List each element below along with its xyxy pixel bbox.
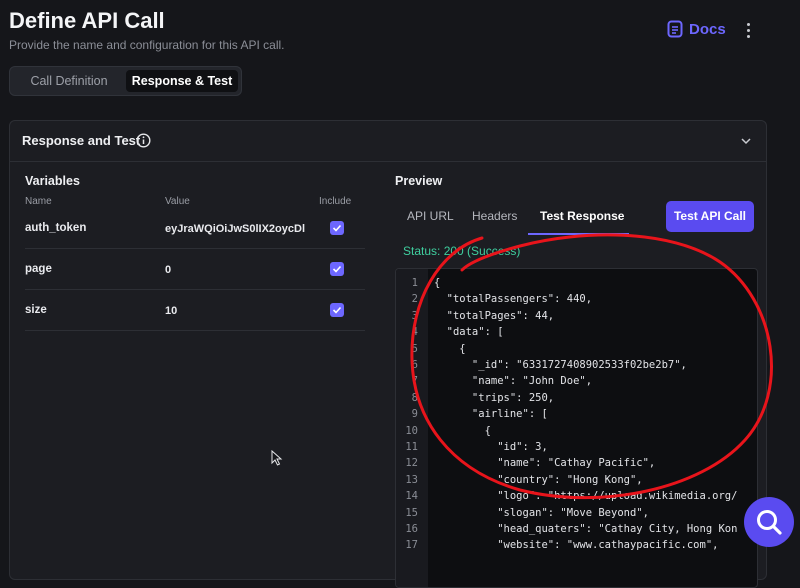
code-line: 2 "totalPassengers": 440, [396, 293, 757, 309]
line-number: 14 [405, 490, 418, 503]
code-text: "id": 3, [434, 441, 548, 453]
variable-name: page [25, 263, 52, 275]
code-text: "country": "Hong Kong", [434, 473, 643, 486]
code-text: { [434, 277, 441, 289]
code-text: "head_quaters": "Cathay City, Hong Kon [434, 523, 738, 535]
code-line: 10 { [396, 425, 757, 441]
code-line: 9 "airline": [ [396, 408, 757, 424]
code-line: 7 "name": "John Doe", [396, 375, 757, 391]
variable-name: size [25, 304, 47, 316]
line-number: 11 [405, 441, 418, 453]
variable-row: page 0 [25, 249, 365, 290]
line-number: 7 [411, 375, 418, 388]
code-text: "airline": [ [434, 408, 548, 421]
test-api-call-button[interactable]: Test API Call [666, 201, 754, 232]
code-line: 11 "id": 3, [396, 441, 757, 457]
code-text: { [434, 424, 491, 437]
line-number: 15 [405, 506, 418, 519]
tab-test-response[interactable]: Test Response [540, 209, 624, 223]
line-number: 10 [405, 424, 418, 437]
code-line: 16 "head_quaters": "Cathay City, Hong Ko… [396, 523, 757, 539]
code-line: 3 "totalPages": 44, [396, 310, 757, 326]
chevron-down-icon[interactable] [740, 135, 752, 147]
code-line: 15 "slogan": "Move Beyond", [396, 507, 757, 523]
line-number: 2 [411, 293, 418, 306]
code-line: 14 "logo": "https://upload.wikimedia.org… [396, 490, 757, 506]
line-number: 8 [411, 391, 418, 404]
code-text: "data": [ [434, 326, 504, 339]
column-value: Value [165, 196, 190, 207]
code-text: "trips": 250, [434, 391, 555, 404]
checkbox-check-icon [332, 224, 342, 232]
line-number: 6 [411, 359, 418, 371]
docs-button[interactable]: Docs [667, 20, 726, 38]
code-text: "totalPassengers": 440, [434, 293, 593, 306]
tab-api-url[interactable]: API URL [407, 209, 454, 223]
code-line: 8 "trips": 250, [396, 392, 757, 408]
response-code-viewer[interactable]: 1{2 "totalPassengers": 440, 3 "totalPages… [395, 268, 758, 588]
search-fab-button[interactable] [744, 497, 794, 547]
line-number: 9 [411, 408, 418, 421]
column-name: Name [25, 196, 52, 207]
tab-call-definition[interactable]: Call Definition [14, 70, 124, 92]
code-text: "name": "Cathay Pacific", [434, 457, 656, 470]
code-line: 5 { [396, 343, 757, 359]
page-title: Define API Call [9, 8, 165, 33]
include-checkbox[interactable] [330, 262, 344, 276]
code-line: 1{ [396, 277, 757, 293]
line-number: 17 [405, 539, 418, 552]
include-checkbox[interactable] [330, 303, 344, 317]
line-number: 13 [405, 473, 418, 486]
code-text: "name": "John Doe", [434, 375, 593, 388]
docs-label: Docs [689, 20, 726, 38]
panel-title: Response and Test [22, 133, 141, 148]
kebab-menu-icon[interactable] [740, 19, 756, 41]
code-line: 6 "_id": "6331727408902533f02be2b7", [396, 359, 757, 375]
code-line: 4 "data": [ [396, 326, 757, 342]
tab-response-test[interactable]: Response & Test [126, 70, 238, 92]
variable-row: size 10 [25, 290, 365, 331]
line-number: 5 [411, 342, 418, 355]
docs-icon [667, 20, 683, 38]
checkbox-check-icon [332, 265, 342, 273]
variables-heading: Variables [25, 174, 80, 188]
page-subtitle: Provide the name and configuration for t… [9, 38, 285, 52]
code-line: 12 "name": "Cathay Pacific", [396, 457, 757, 473]
tab-headers[interactable]: Headers [472, 209, 517, 223]
mouse-cursor-icon [271, 450, 283, 466]
include-checkbox[interactable] [330, 221, 344, 235]
variable-value-input[interactable]: 0 [165, 264, 305, 276]
code-line: 17 "website": "www.cathaypacific.com", [396, 539, 757, 555]
info-icon[interactable] [136, 133, 151, 148]
code-text: "slogan": "Move Beyond", [434, 506, 649, 519]
variable-value-input[interactable]: eyJraWQiOiJwS0lIX2oycDl [165, 223, 305, 235]
response-status: Status: 200 (Success) [403, 244, 521, 258]
code-line: 13 "country": "Hong Kong", [396, 474, 757, 490]
column-include: Include [319, 196, 352, 207]
code-text: "_id": "6331727408902533f02be2b7", [434, 359, 687, 371]
code-text: { [434, 342, 466, 355]
code-text: "totalPages": 44, [434, 309, 555, 322]
line-number: 4 [411, 326, 418, 339]
search-icon [757, 510, 782, 535]
preview-heading: Preview [395, 174, 443, 188]
line-number: 1 [411, 277, 418, 289]
variable-name: auth_token [25, 222, 87, 234]
checkbox-check-icon [332, 306, 342, 314]
line-number: 3 [411, 309, 418, 322]
code-text: "website": "www.cathaypacific.com", [434, 539, 719, 552]
variable-value-input[interactable]: 10 [165, 305, 305, 317]
variable-row: auth_token eyJraWQiOiJwS0lIX2oycDl [25, 208, 365, 249]
response-test-panel: Response and Test Variables Name Value I… [9, 120, 767, 588]
line-number: 16 [405, 523, 418, 535]
code-text: "logo": "https://upload.wikimedia.org/ [434, 490, 738, 503]
active-tab-indicator [528, 233, 629, 235]
mode-tabs: Call Definition Response & Test [9, 66, 242, 96]
panel-header[interactable]: Response and Test [10, 121, 766, 162]
line-number: 12 [405, 457, 418, 470]
